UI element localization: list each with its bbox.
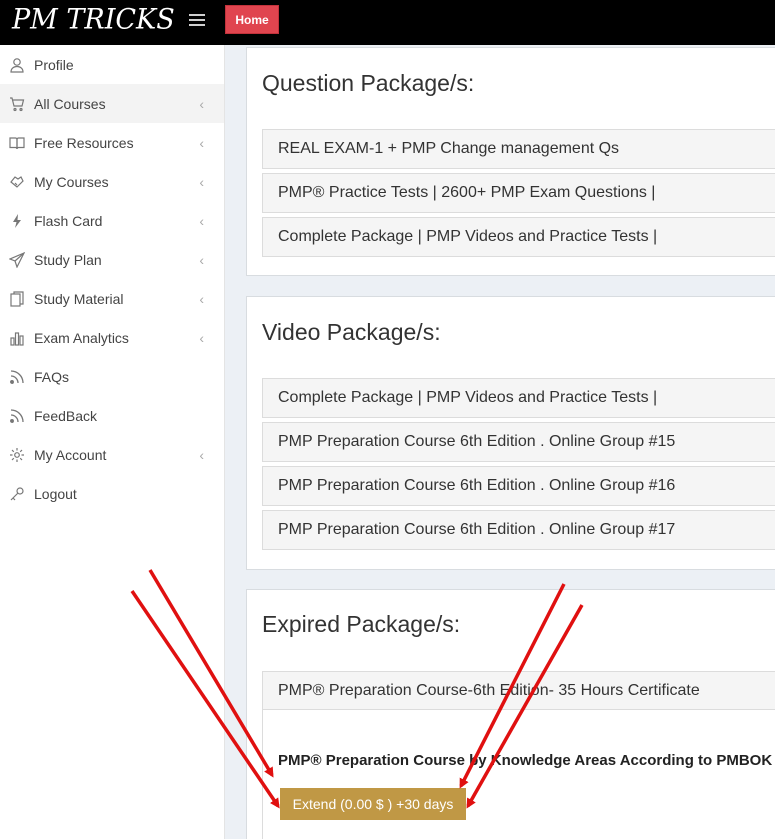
paper-plane-icon xyxy=(8,251,26,269)
package-item[interactable]: Complete Package | PMP Videos and Practi… xyxy=(262,378,775,418)
sidebar-item-all-courses[interactable]: All Courses ‹ xyxy=(0,84,224,123)
package-item[interactable]: PMP Preparation Course 6th Edition . Onl… xyxy=(262,422,775,462)
chevron-left-icon: ‹ xyxy=(199,447,204,463)
extend-button[interactable]: Extend (0.00 $ ) +30 days xyxy=(280,788,466,820)
top-navbar: PM TRICKS Home xyxy=(0,0,775,45)
home-button[interactable]: Home xyxy=(225,5,279,34)
sidebar-item-label: FeedBack xyxy=(34,407,98,424)
sidebar-item-label: Logout xyxy=(34,485,77,502)
sidebar-item-label: Profile xyxy=(34,56,74,73)
rss-icon xyxy=(8,368,26,386)
logo[interactable]: PM TRICKS xyxy=(12,3,175,36)
package-item[interactable]: PMP Preparation Course 6th Edition . Onl… xyxy=(262,510,775,550)
sidebar-item-study-plan[interactable]: Study Plan ‹ xyxy=(0,240,224,279)
sidebar-item-exam-analytics[interactable]: Exam Analytics ‹ xyxy=(0,318,224,357)
chevron-left-icon: ‹ xyxy=(199,174,204,190)
sidebar-item-my-courses[interactable]: My Courses ‹ xyxy=(0,162,224,201)
sidebar-item-logout[interactable]: Logout xyxy=(0,474,224,513)
sidebar-item-label: Flash Card xyxy=(34,212,103,229)
expired-package-body: PMP® Preparation Course by Knowledge Are… xyxy=(262,708,775,839)
chevron-left-icon: ‹ xyxy=(199,330,204,346)
main-content: Question Package/s: REAL EXAM-1 + PMP Ch… xyxy=(226,45,775,839)
copy-icon xyxy=(8,290,26,308)
sidebar-item-label: Study Plan xyxy=(34,251,102,268)
sidebar-item-flash-card[interactable]: Flash Card ‹ xyxy=(0,201,224,240)
chevron-left-icon: ‹ xyxy=(199,135,204,151)
sidebar-item-label: FAQs xyxy=(34,368,70,385)
package-item[interactable]: PMP Preparation Course 6th Edition . Onl… xyxy=(262,466,775,506)
sidebar-item-feedback[interactable]: FeedBack xyxy=(0,396,224,435)
sidebar-item-label: Study Material xyxy=(34,290,124,307)
expired-package-item[interactable]: PMP® Preparation Course-6th Edition- 35 … xyxy=(262,671,775,710)
video-packages-panel: Video Package/s: Complete Package | PMP … xyxy=(246,296,775,570)
sidebar-item-label: Free Resources xyxy=(34,134,134,151)
sidebar-item-label: Exam Analytics xyxy=(34,329,129,346)
panel-title: Video Package/s: xyxy=(262,319,441,345)
sidebar-item-faqs[interactable]: FAQs xyxy=(0,357,224,396)
book-icon xyxy=(8,134,26,152)
sidebar-item-profile[interactable]: Profile xyxy=(0,45,224,84)
sidebar: Profile All Courses ‹ Free Resources ‹ M… xyxy=(0,45,225,839)
key-icon xyxy=(8,485,26,503)
question-packages-panel: Question Package/s: REAL EXAM-1 + PMP Ch… xyxy=(246,47,775,276)
package-item[interactable]: Complete Package | PMP Videos and Practi… xyxy=(262,217,775,257)
sidebar-item-study-material[interactable]: Study Material ‹ xyxy=(0,279,224,318)
chevron-left-icon: ‹ xyxy=(199,213,204,229)
chevron-left-icon: ‹ xyxy=(199,252,204,268)
menu-toggle-icon[interactable] xyxy=(189,14,205,27)
sidebar-item-label: My Account xyxy=(34,446,107,463)
sidebar-item-label: All Courses xyxy=(34,95,106,112)
expired-packages-panel: Expired Package/s: PMP® Preparation Cour… xyxy=(246,589,775,839)
chevron-left-icon: ‹ xyxy=(199,96,204,112)
sidebar-item-free-resources[interactable]: Free Resources ‹ xyxy=(0,123,224,162)
handshake-icon xyxy=(8,173,26,191)
user-icon xyxy=(8,56,26,74)
sidebar-item-my-account[interactable]: My Account ‹ xyxy=(0,435,224,474)
panel-title: Question Package/s: xyxy=(262,70,475,96)
cart-icon xyxy=(8,95,26,113)
rss-icon xyxy=(8,407,26,425)
panel-title: Expired Package/s: xyxy=(262,611,461,637)
bar-chart-icon xyxy=(8,329,26,347)
sidebar-item-label: My Courses xyxy=(34,173,109,190)
course-name: PMP® Preparation Course by Knowledge Are… xyxy=(278,752,773,769)
package-item[interactable]: REAL EXAM-1 + PMP Change management Qs xyxy=(262,129,775,169)
bolt-icon xyxy=(8,212,26,230)
chevron-left-icon: ‹ xyxy=(199,291,204,307)
package-item[interactable]: PMP® Practice Tests | 2600+ PMP Exam Que… xyxy=(262,173,775,213)
gear-icon xyxy=(8,446,26,464)
